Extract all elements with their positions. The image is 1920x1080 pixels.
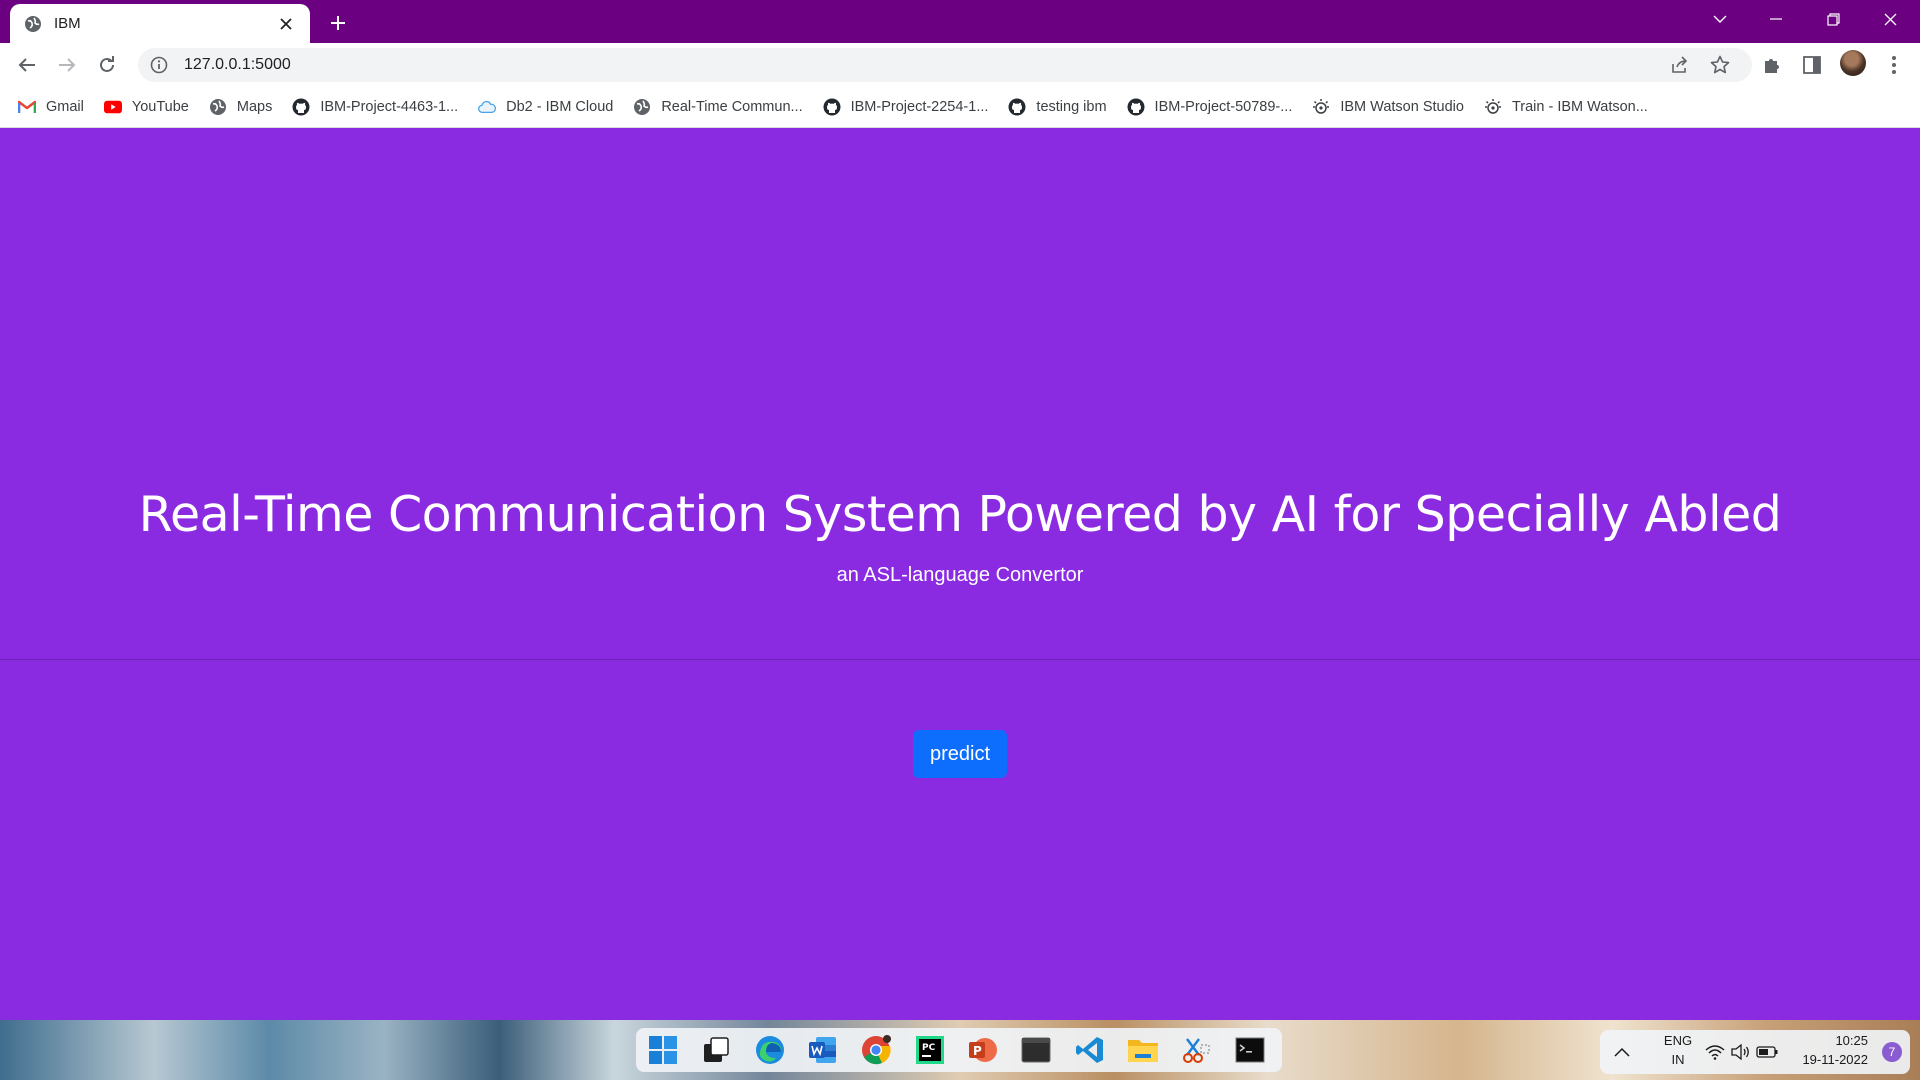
globe-icon	[633, 98, 651, 116]
minimize-icon	[1770, 18, 1782, 20]
tab-title: IBM	[54, 15, 81, 32]
divider	[0, 659, 1920, 660]
bookmark-label: IBM-Project-2254-1...	[850, 98, 989, 115]
url-text: 127.0.0.1:5000	[184, 56, 291, 73]
cloud-icon	[478, 98, 497, 116]
clock-date: 19-11-2022	[1802, 1052, 1868, 1067]
bookmark-star-icon[interactable]	[1708, 53, 1732, 77]
forward-button[interactable]	[52, 50, 82, 80]
tab-search-button[interactable]	[1692, 0, 1748, 38]
address-bar[interactable]: 127.0.0.1:5000	[138, 48, 1752, 82]
profile-avatar[interactable]	[1840, 50, 1866, 76]
system-tray: ENG IN 10:25 19-11-2022 7	[1600, 1030, 1910, 1074]
browser-tab-strip: IBM	[0, 0, 1920, 43]
youtube-icon	[103, 98, 122, 116]
bookmark-maps[interactable]: Maps	[209, 92, 272, 122]
svg-text:P: P	[973, 1044, 982, 1058]
bookmark-label: Maps	[236, 98, 273, 115]
page-subtitle: an ASL-language Convertor	[836, 564, 1084, 586]
extensions-icon[interactable]	[1759, 52, 1785, 78]
back-button[interactable]	[12, 50, 42, 80]
pycharm-icon[interactable]: PC	[909, 1028, 951, 1072]
globe-icon	[209, 98, 227, 116]
clock[interactable]: 10:25 19-11-2022	[1778, 1031, 1868, 1069]
chevron-up-icon[interactable]	[1612, 1042, 1632, 1062]
terminal-icon[interactable]	[1015, 1028, 1057, 1072]
chevron-down-icon	[1713, 15, 1727, 23]
edge-icon[interactable]	[749, 1028, 791, 1072]
restore-button[interactable]	[1805, 0, 1861, 38]
new-tab-button[interactable]	[324, 9, 352, 37]
bookmark-label: Real-Time Commun...	[661, 98, 803, 115]
page-title: Real-Time Communication System Powered b…	[138, 486, 1782, 543]
reload-icon	[100, 56, 114, 72]
bookmark-ibm-project-4463[interactable]: IBM-Project-4463-1...	[292, 92, 458, 122]
clock-time: 10:25	[1835, 1033, 1868, 1048]
bookmark-real-time-commun[interactable]: Real-Time Commun...	[633, 92, 803, 122]
side-panel-icon[interactable]	[1799, 52, 1825, 78]
file-explorer-icon[interactable]	[1122, 1028, 1164, 1072]
notification-badge[interactable]: 7	[1882, 1042, 1902, 1062]
github-icon	[292, 98, 310, 116]
reload-button[interactable]	[92, 50, 122, 80]
vscode-icon[interactable]	[1069, 1028, 1111, 1072]
minimize-button[interactable]	[1748, 0, 1804, 38]
powerpoint-icon[interactable]: P	[962, 1028, 1004, 1072]
predict-button[interactable]: predict	[913, 730, 1007, 778]
close-window-button[interactable]	[1862, 0, 1918, 38]
bookmark-label: Train - IBM Watson...	[1511, 98, 1648, 115]
chrome-icon[interactable]	[855, 1028, 897, 1072]
plus-icon	[331, 16, 345, 30]
bookmark-train-ibm-watson[interactable]: Train - IBM Watson...	[1484, 92, 1648, 122]
task-view-icon[interactable]	[695, 1028, 737, 1072]
bookmark-gmail[interactable]: Gmail	[18, 92, 84, 122]
taskbar-apps: PC P	[636, 1028, 1282, 1072]
arrow-left-icon	[18, 58, 35, 72]
bookmark-label: IBM-Project-50789-...	[1154, 98, 1293, 115]
github-icon	[1127, 98, 1145, 116]
menu-icon[interactable]	[1881, 52, 1907, 78]
watson-icon	[1484, 98, 1502, 116]
region-code: IN	[1671, 1052, 1685, 1067]
browser-tab[interactable]: IBM	[10, 4, 310, 43]
bookmark-ibm-project-50789[interactable]: IBM-Project-50789-...	[1127, 92, 1293, 122]
bookmark-label: IBM-Project-4463-1...	[320, 98, 459, 115]
restore-icon	[1826, 12, 1840, 26]
github-icon	[1008, 98, 1026, 116]
bookmark-label: Gmail	[46, 98, 84, 115]
github-icon	[823, 98, 841, 116]
word-icon[interactable]	[802, 1028, 844, 1072]
bookmark-label: YouTube	[131, 98, 189, 115]
wifi-icon[interactable]	[1704, 1041, 1726, 1063]
bookmark-db2-ibm-cloud[interactable]: Db2 - IBM Cloud	[478, 92, 613, 122]
start-icon[interactable]	[642, 1028, 684, 1072]
close-icon	[1884, 13, 1896, 25]
snipping-tool-icon[interactable]	[1175, 1028, 1217, 1072]
globe-icon	[24, 15, 42, 33]
bookmark-testing-ibm[interactable]: testing ibm	[1008, 92, 1107, 122]
bookmark-label: testing ibm	[1036, 98, 1107, 115]
close-tab-icon[interactable]	[276, 14, 296, 34]
svg-text:PC: PC	[922, 1043, 936, 1053]
bookmark-label: IBM Watson Studio	[1340, 98, 1464, 115]
volume-icon[interactable]	[1730, 1041, 1752, 1063]
battery-icon[interactable]	[1755, 1041, 1779, 1063]
bookmark-ibm-watson-studio[interactable]: IBM Watson Studio	[1312, 92, 1464, 122]
info-icon[interactable]	[150, 56, 168, 74]
share-icon[interactable]	[1668, 53, 1692, 77]
browser-toolbar: 127.0.0.1:5000	[0, 43, 1920, 86]
bookmark-label: Db2 - IBM Cloud	[506, 98, 614, 115]
bookmark-youtube[interactable]: YouTube	[103, 92, 189, 122]
language-indicator[interactable]: ENG IN	[1656, 1031, 1700, 1069]
bookmark-ibm-project-2254[interactable]: IBM-Project-2254-1...	[823, 92, 989, 122]
watson-icon	[1312, 98, 1330, 116]
command-prompt-icon[interactable]	[1229, 1028, 1271, 1072]
page-content: Real-Time Communication System Powered b…	[0, 128, 1920, 1020]
language-code: ENG	[1663, 1033, 1693, 1048]
gmail-icon	[18, 98, 36, 116]
arrow-right-icon	[59, 58, 76, 72]
bookmarks-bar: Gmail YouTube Maps IBM-Project-4463-1...…	[0, 86, 1920, 128]
